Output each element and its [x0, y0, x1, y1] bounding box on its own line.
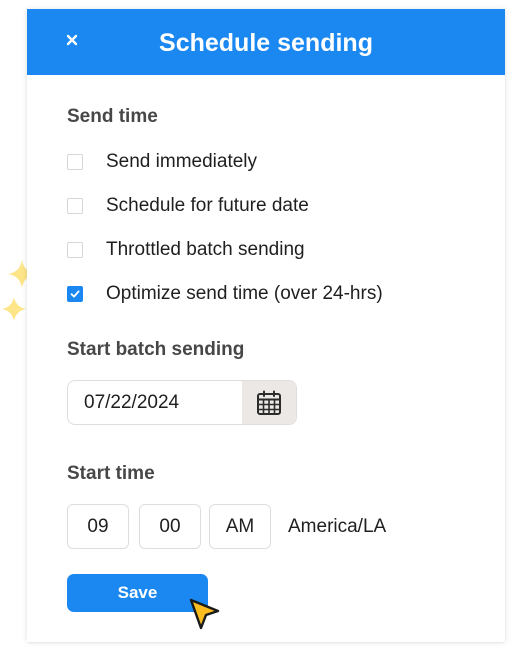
checkbox-checked[interactable] [67, 286, 83, 302]
option-label: Send immediately [106, 151, 258, 172]
start-time-label: Start time [67, 463, 155, 484]
checkbox[interactable] [67, 154, 83, 170]
calendar-icon [257, 390, 281, 415]
date-input[interactable] [84, 392, 234, 414]
send-time-label: Send time [67, 106, 158, 127]
stage: Schedule sending Send time Send immediat… [0, 0, 514, 650]
minute-select[interactable]: 00 [139, 504, 201, 549]
option-throttled-batch[interactable]: Throttled batch sending [67, 239, 305, 261]
dialog-title: Schedule sending [159, 29, 373, 57]
hour-select[interactable]: 09 [67, 504, 129, 549]
save-button[interactable]: Save [67, 574, 208, 612]
sparkle-icon [2, 297, 26, 321]
option-optimize-send-time[interactable]: Optimize send time (over 24-hrs) [67, 283, 383, 305]
calendar-button[interactable] [242, 381, 296, 424]
start-batch-label: Start batch sending [67, 339, 245, 360]
mouse-pointer-icon [189, 598, 220, 630]
checkbox[interactable] [67, 198, 83, 214]
option-label: Optimize send time (over 24-hrs) [106, 283, 383, 304]
timezone-label: America/LA [288, 516, 387, 537]
option-label: Throttled batch sending [106, 239, 305, 260]
dialog-header: Schedule sending [27, 9, 505, 75]
option-label: Schedule for future date [106, 195, 309, 216]
schedule-dialog: Schedule sending Send time Send immediat… [27, 9, 505, 642]
checkbox[interactable] [67, 242, 83, 258]
date-picker [67, 380, 297, 425]
option-schedule-future-date[interactable]: Schedule for future date [67, 195, 309, 217]
option-send-immediately[interactable]: Send immediately [67, 151, 257, 173]
period-select[interactable]: AM [209, 504, 271, 549]
checkmark-icon [70, 290, 80, 298]
